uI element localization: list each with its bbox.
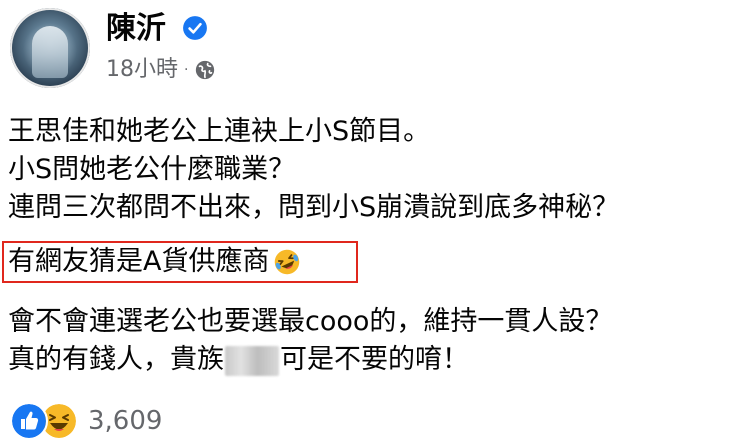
globe-icon[interactable] bbox=[194, 59, 216, 81]
post-meta: 18小時 · bbox=[106, 56, 216, 84]
author-avatar[interactable] bbox=[10, 8, 90, 88]
like-reaction-icon[interactable] bbox=[10, 402, 48, 440]
meta-separator: · bbox=[184, 62, 189, 78]
verified-badge-icon bbox=[183, 16, 207, 40]
post-timestamp[interactable]: 18小時 bbox=[106, 56, 178, 84]
line-6-start: 真的有錢人，貴族 bbox=[8, 344, 224, 375]
post-text-line-1: 王思佳和她老公上連袂上小S節目。 bbox=[8, 116, 431, 147]
post-text-line-6: 真的有錢人，貴族 可是不要的唷！ bbox=[8, 343, 469, 377]
line-6-end: 可是不要的唷！ bbox=[280, 344, 469, 375]
reaction-count[interactable]: 3,609 bbox=[88, 404, 162, 438]
post-text-line-3: 連問三次都問不出來，問到小S崩潰說到底多神秘？ bbox=[8, 192, 620, 223]
post-text-line-2: 小S問她老公什麼職業？ bbox=[8, 154, 296, 185]
author-name[interactable]: 陳沂 bbox=[106, 10, 166, 48]
reactions-bar[interactable]: 3,609 bbox=[10, 402, 162, 440]
facebook-post: 陳沂 18小時 · 王思佳和她老公上連袂上小S節目。 小S問她老公什麼職業？ 連… bbox=[0, 0, 729, 445]
post-text-line-5: 會不會連選老公也要選最cooo的，維持一貫人設？ bbox=[8, 306, 613, 337]
rolling-laugh-emoji-icon bbox=[275, 249, 300, 275]
highlighted-text: 有網友猜是A貨供應商 bbox=[8, 246, 270, 277]
blurred-text bbox=[225, 345, 279, 376]
post-text-line-4: 有網友猜是A貨供應商 bbox=[8, 245, 301, 279]
avatar-figure bbox=[32, 26, 68, 78]
